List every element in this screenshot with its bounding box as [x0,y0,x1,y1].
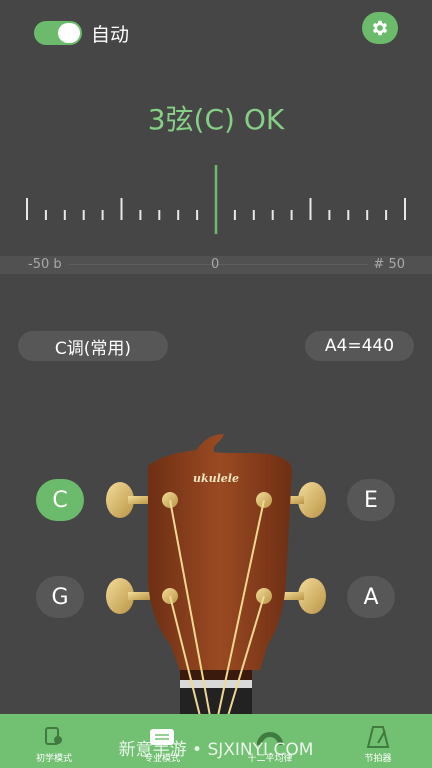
nav-label: 节拍器 [364,754,392,764]
headstock-body [148,434,292,670]
neck [180,688,252,716]
tuning-select-button[interactable]: C调(常用) [18,331,168,361]
metronome-icon [366,726,390,748]
tuning-status: 3弦(C) OK [147,103,285,136]
auto-toggle[interactable] [34,21,82,45]
peg-bottom-right [282,578,326,614]
nav-equal-temperament[interactable]: 十二平均律 [216,714,324,768]
reference-pitch-button[interactable]: A4=440 [305,331,414,361]
scale-left-label: -50 b [28,257,62,272]
scale-bar: -50 b 0 # 50 [0,256,432,274]
nav-pro-mode[interactable]: 专业模式 [108,714,216,768]
string-a-button[interactable]: A [347,576,395,618]
nav-beginner-mode[interactable]: 初学模式 [0,714,108,768]
bottom-nav: 初学模式 专业模式 十二平均律 节拍器 [0,714,432,768]
settings-button[interactable] [362,12,398,44]
string-g-button[interactable]: G [36,576,84,618]
pro-mode-icon [150,729,174,745]
peg-bottom-left [106,578,150,614]
nav-label: 专业模式 [143,754,180,764]
string-e-button[interactable]: E [347,479,395,521]
scale-right-label: # 50 [373,257,405,272]
nav-metronome[interactable]: 节拍器 [324,714,432,768]
auto-label: 自动 [91,24,130,46]
string-c-button[interactable]: C [36,479,84,521]
peg-top-left [106,482,150,518]
toggle-knob [58,23,80,43]
tuning-scale [26,165,406,234]
equal-temperament-icon [257,732,283,746]
ukulele-headstock: ukulele [106,434,326,716]
nav-label: 十二平均律 [247,754,293,764]
brand-logo: ukulele [193,472,239,485]
scale-center-label: 0 [211,257,220,272]
beginner-mode-icon [45,727,62,745]
gear-icon [372,20,388,36]
nav-label: 初学模式 [35,754,72,764]
